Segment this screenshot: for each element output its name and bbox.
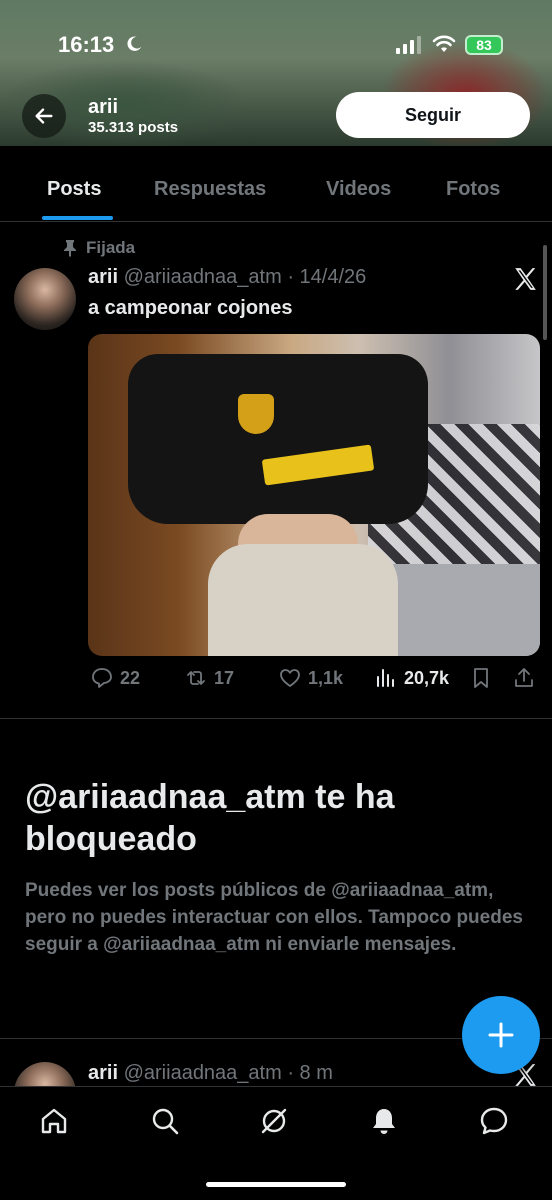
share-button[interactable] [512,666,536,690]
home-indicator [206,1182,346,1187]
status-time: 16:13 [58,32,115,57]
wifi-icon [432,35,456,52]
bookmark-button[interactable] [469,666,493,690]
pin-icon [64,240,76,257]
post-handle-time: @ariiaadnaa_atm · 8 m [123,1062,333,1084]
tab-videos[interactable]: Videos [326,178,391,201]
bell-icon[interactable] [368,1105,400,1137]
status-bar: 16:13 83 [0,0,552,90]
post-author-name[interactable]: arii [88,1062,118,1084]
battery-level: 83 [476,37,492,53]
plus-icon [488,1022,514,1048]
like-count: 1,1k [308,667,344,688]
views-icon [377,669,394,687]
blocked-title: @ariiaadnaa_atm te ha bloqueado [25,778,395,858]
post-actions: 22 17 1,1k 20,7k [88,666,540,696]
tab-fotos[interactable]: Fotos [446,178,500,201]
views-count: 20,7k [404,667,450,688]
search-icon[interactable] [149,1105,181,1137]
repost-button[interactable]: 17 [184,666,234,690]
repost-icon [187,671,205,685]
tab-posts[interactable]: Posts [47,178,101,201]
views-button[interactable]: 20,7k [374,666,449,690]
reply-button[interactable]: 22 [90,666,140,690]
pinned-indicator: Fijada [62,238,135,258]
post-header: arii @ariiaadnaa_atm · 14/4/26 [88,266,366,289]
share-icon [515,668,533,687]
arrow-left-icon [35,108,53,124]
like-button[interactable]: 1,1k [278,666,343,690]
post-header: arii @ariiaadnaa_atm · 8 m [88,1062,333,1085]
divider [0,718,552,719]
tab-respuestas[interactable]: Respuestas [154,178,266,201]
reply-icon [92,668,112,688]
bookmark-icon [474,668,488,688]
profile-name: arii [88,96,119,118]
post-text: a campeonar cojones [88,297,293,319]
avatar[interactable] [14,268,76,330]
moon-icon [127,36,142,51]
battery-indicator: 83 [465,35,503,55]
pinned-label: Fijada [86,238,136,257]
post-author-name[interactable]: arii [88,266,118,288]
x-logo-icon[interactable] [512,266,538,292]
scrollbar[interactable] [543,245,547,340]
compose-button[interactable] [462,996,540,1074]
grok-icon[interactable] [258,1105,290,1137]
home-icon[interactable] [38,1105,70,1137]
blocked-description: Puedes ver los posts públicos de @ariiaa… [25,880,523,955]
messages-icon[interactable] [478,1105,510,1137]
repost-count: 17 [214,667,235,688]
reply-count: 22 [120,667,141,688]
post-handle-date: @ariiaadnaa_atm · 14/4/26 [123,266,367,288]
post-image[interactable] [88,334,540,656]
profile-tabs: Posts Respuestas Videos Fotos [0,150,552,222]
heart-icon [280,669,300,687]
signal-icon [396,36,421,54]
follow-button[interactable]: Seguir [336,92,530,138]
posts-count: 35.313 posts [88,119,179,136]
back-button[interactable] [22,94,66,138]
active-tab-indicator [42,216,113,220]
